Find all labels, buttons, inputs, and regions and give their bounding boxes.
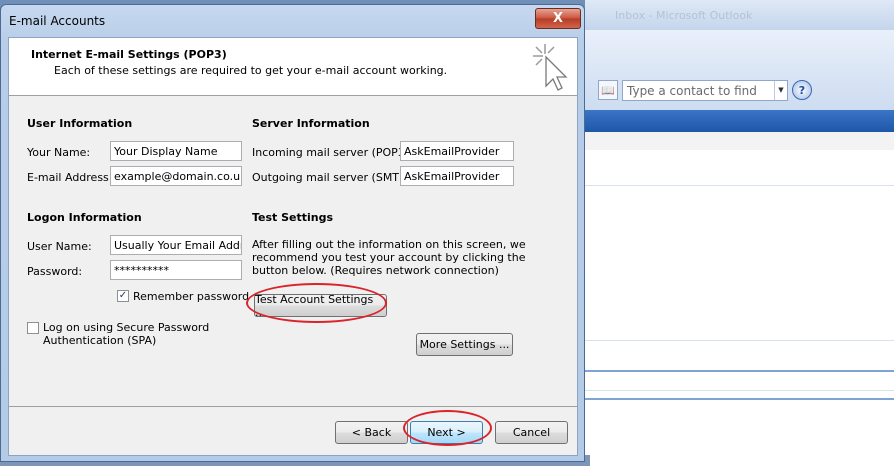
back-button[interactable]: < Back: [335, 421, 408, 444]
test-settings-text-line1: After filling out the information on thi…: [252, 238, 526, 251]
footer-divider: [9, 406, 577, 407]
outlook-blue-bar: [585, 110, 894, 132]
logon-info-heading: Logon Information: [27, 211, 142, 224]
test-settings-heading: Test Settings: [252, 211, 334, 224]
list-divider: [585, 398, 894, 400]
outgoing-server-field[interactable]: AskEmailProvider: [400, 166, 514, 186]
user-name-label: User Name:: [27, 240, 92, 253]
contact-search-area: 📖 Type a contact to find ▼ ?: [598, 78, 834, 102]
list-divider: [585, 340, 894, 341]
next-button[interactable]: Next >: [410, 421, 483, 444]
spa-label-line1[interactable]: Log on using Secure Password: [43, 321, 209, 334]
remember-password-label[interactable]: Remember password: [133, 290, 249, 303]
user-name-field[interactable]: Usually Your Email Address: [110, 235, 242, 255]
test-settings-text-line3: button below. (Requires network connecti…: [252, 264, 499, 277]
test-settings-text-line2: recommend you test your account by click…: [252, 251, 526, 264]
your-name-label: Your Name:: [27, 146, 91, 159]
server-info-heading: Server Information: [252, 117, 370, 130]
close-icon: X: [552, 11, 564, 26]
chevron-down-icon[interactable]: ▼: [774, 80, 787, 100]
spa-checkbox[interactable]: [27, 322, 39, 334]
more-settings-button[interactable]: More Settings ...: [416, 333, 513, 356]
outgoing-server-label: Outgoing mail server (SMTP):: [252, 171, 414, 184]
user-info-heading: User Information: [27, 117, 133, 130]
password-label: Password:: [27, 265, 83, 278]
wizard-header: Internet E-mail Settings (POP3) Each of …: [9, 38, 577, 96]
header-subtitle: Each of these settings are required to g…: [54, 64, 448, 77]
email-address-label: E-mail Address:: [27, 171, 113, 184]
outlook-title-text: Inbox - Microsoft Outlook: [615, 9, 753, 22]
incoming-server-label: Incoming mail server (POP3):: [252, 146, 413, 159]
list-divider: [585, 370, 894, 372]
wizard-sparkle-icon: [533, 44, 568, 91]
incoming-server-field[interactable]: AskEmailProvider: [400, 141, 514, 161]
remember-password-checkbox[interactable]: ✓: [117, 290, 129, 302]
dialog-title: E-mail Accounts: [9, 14, 106, 28]
address-book-icon[interactable]: 📖: [598, 80, 618, 100]
contact-search-input[interactable]: Type a contact to find ▼: [622, 79, 788, 101]
password-field[interactable]: **********: [110, 260, 242, 280]
header-title: Internet E-mail Settings (POP3): [31, 48, 227, 61]
dialog-client-area: Internet E-mail Settings (POP3) Each of …: [8, 37, 578, 456]
cancel-button[interactable]: Cancel: [495, 421, 568, 444]
help-icon[interactable]: ?: [792, 80, 812, 100]
test-account-settings-button[interactable]: Test Account Settings ...: [254, 293, 387, 319]
outlook-message-list: [585, 150, 894, 466]
your-name-field[interactable]: Your Display Name: [110, 141, 242, 161]
list-divider: [585, 390, 894, 391]
close-button[interactable]: X: [535, 8, 581, 29]
contact-search-placeholder: Type a contact to find: [627, 83, 757, 98]
spa-label-line2[interactable]: Authentication (SPA): [43, 334, 156, 347]
outlook-list-header: [585, 132, 894, 151]
list-divider: [585, 185, 894, 186]
email-accounts-dialog: E-mail Accounts X Internet E-mail Settin…: [0, 4, 585, 462]
email-address-field[interactable]: example@domain.co.uk: [110, 166, 242, 186]
